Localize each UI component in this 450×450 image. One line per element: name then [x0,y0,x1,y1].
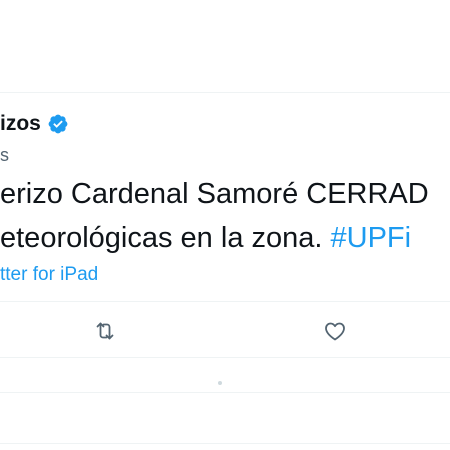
tweet-text: erizo Cardenal Samoré CERRAD eteorológic… [0,172,450,260]
top-divider [0,92,450,93]
like-button[interactable] [320,316,350,346]
bottom-divider-1 [0,392,450,393]
stats-divider [0,301,450,302]
tweet-text-line-2: eteorológicas en la zona. #UPFi [0,216,450,260]
author-handle[interactable]: s [0,143,9,167]
retweet-icon [96,322,114,340]
hashtag-link[interactable]: #UPFi [331,222,412,254]
author-name[interactable]: izos [0,110,69,138]
tweet-text-line-1: erizo Cardenal Samoré CERRAD [0,178,429,210]
heart-icon [325,322,345,341]
author-name-label: izos [0,112,41,135]
tweet-source-link[interactable]: tter for iPad [0,262,98,288]
bottom-divider-2 [0,443,450,444]
verified-badge-icon [48,114,68,134]
loading-dot [218,381,222,385]
tweet-text-line-2-body: eteorológicas en la zona. [0,222,331,254]
retweet-button[interactable] [90,316,120,346]
actions-divider [0,357,450,358]
